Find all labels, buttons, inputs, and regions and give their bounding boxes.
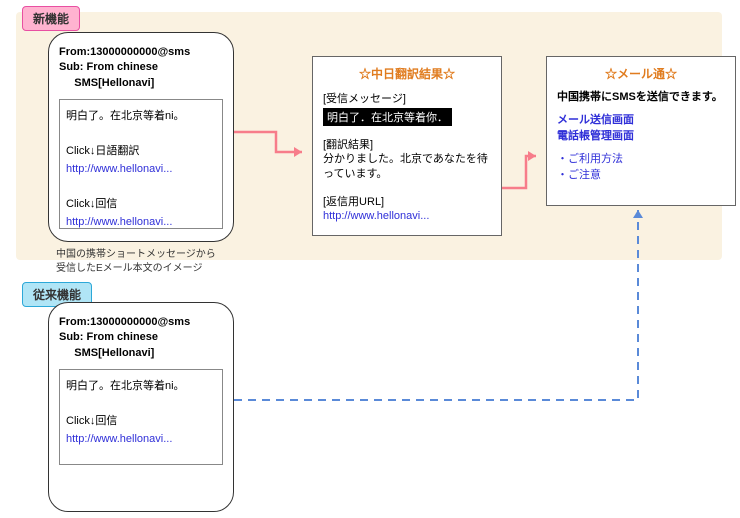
arrow-trans-to-mail bbox=[502, 150, 546, 194]
email-from-old: From:13000000000@sms bbox=[59, 315, 223, 330]
email-from: From:13000000000@sms bbox=[59, 45, 223, 60]
phone-screen-new: 明白了。在北京等着ni。 Click↓日語翻訳 http://www.hello… bbox=[59, 99, 223, 229]
phone-mockup-new: From:13000000000@sms Sub: From chinese S… bbox=[48, 32, 234, 242]
mail-tsu-box: ☆メール通☆ 中国携帯にSMSを送信できます。 メール送信画面 電話帳管理画面 … bbox=[546, 56, 736, 206]
result-text: 分かりました。北京であなたを待っています。 bbox=[323, 152, 491, 183]
reply-link-old[interactable]: http://www.hellonavi... bbox=[66, 431, 216, 449]
sms-body-old: 明白了。在北京等着ni。 bbox=[66, 378, 216, 396]
arrow-phone-to-trans bbox=[234, 130, 312, 164]
link-usage[interactable]: ・ご利用方法 bbox=[557, 152, 725, 167]
email-subject: Sub: From chinese SMS[Hellonavi] bbox=[59, 60, 223, 91]
translate-link[interactable]: http://www.hellonavi... bbox=[66, 161, 216, 179]
mail-title: ☆メール通☆ bbox=[557, 65, 725, 82]
received-text: 明白了．在北京等着你． bbox=[323, 108, 452, 126]
action-reply-old: Click↓回信 bbox=[66, 413, 216, 431]
tag-new-feature: 新機能 bbox=[22, 6, 80, 31]
result-label: [翻訳結果] bbox=[323, 136, 491, 152]
phone-mockup-old: From:13000000000@sms Sub: From chinese S… bbox=[48, 302, 234, 512]
link-addressbook[interactable]: 電話帳管理画面 bbox=[557, 129, 725, 144]
email-subject-old: Sub: From chinese SMS[Hellonavi] bbox=[59, 330, 223, 361]
mail-desc: 中国携帯にSMSを送信できます。 bbox=[557, 90, 725, 105]
link-caution[interactable]: ・ご注意 bbox=[557, 168, 725, 183]
trans-title: ☆中日翻訳結果☆ bbox=[323, 65, 491, 82]
reply-link[interactable]: http://www.hellonavi... bbox=[66, 214, 216, 229]
link-send-mail[interactable]: メール送信画面 bbox=[557, 113, 725, 128]
sms-body: 明白了。在北京等着ni。 bbox=[66, 108, 216, 126]
phone-screen-old: 明白了。在北京等着ni。 Click↓回信 http://www.hellona… bbox=[59, 369, 223, 465]
arrow-dashed-old bbox=[234, 206, 654, 406]
caption-new: 中国の携帯ショートメッセージから 受信したEメール本文のイメージ bbox=[56, 248, 216, 276]
received-label: [受信メッセージ] bbox=[323, 90, 491, 106]
action-reply: Click↓回信 bbox=[66, 196, 216, 214]
action-translate: Click↓日語翻訳 bbox=[66, 143, 216, 161]
